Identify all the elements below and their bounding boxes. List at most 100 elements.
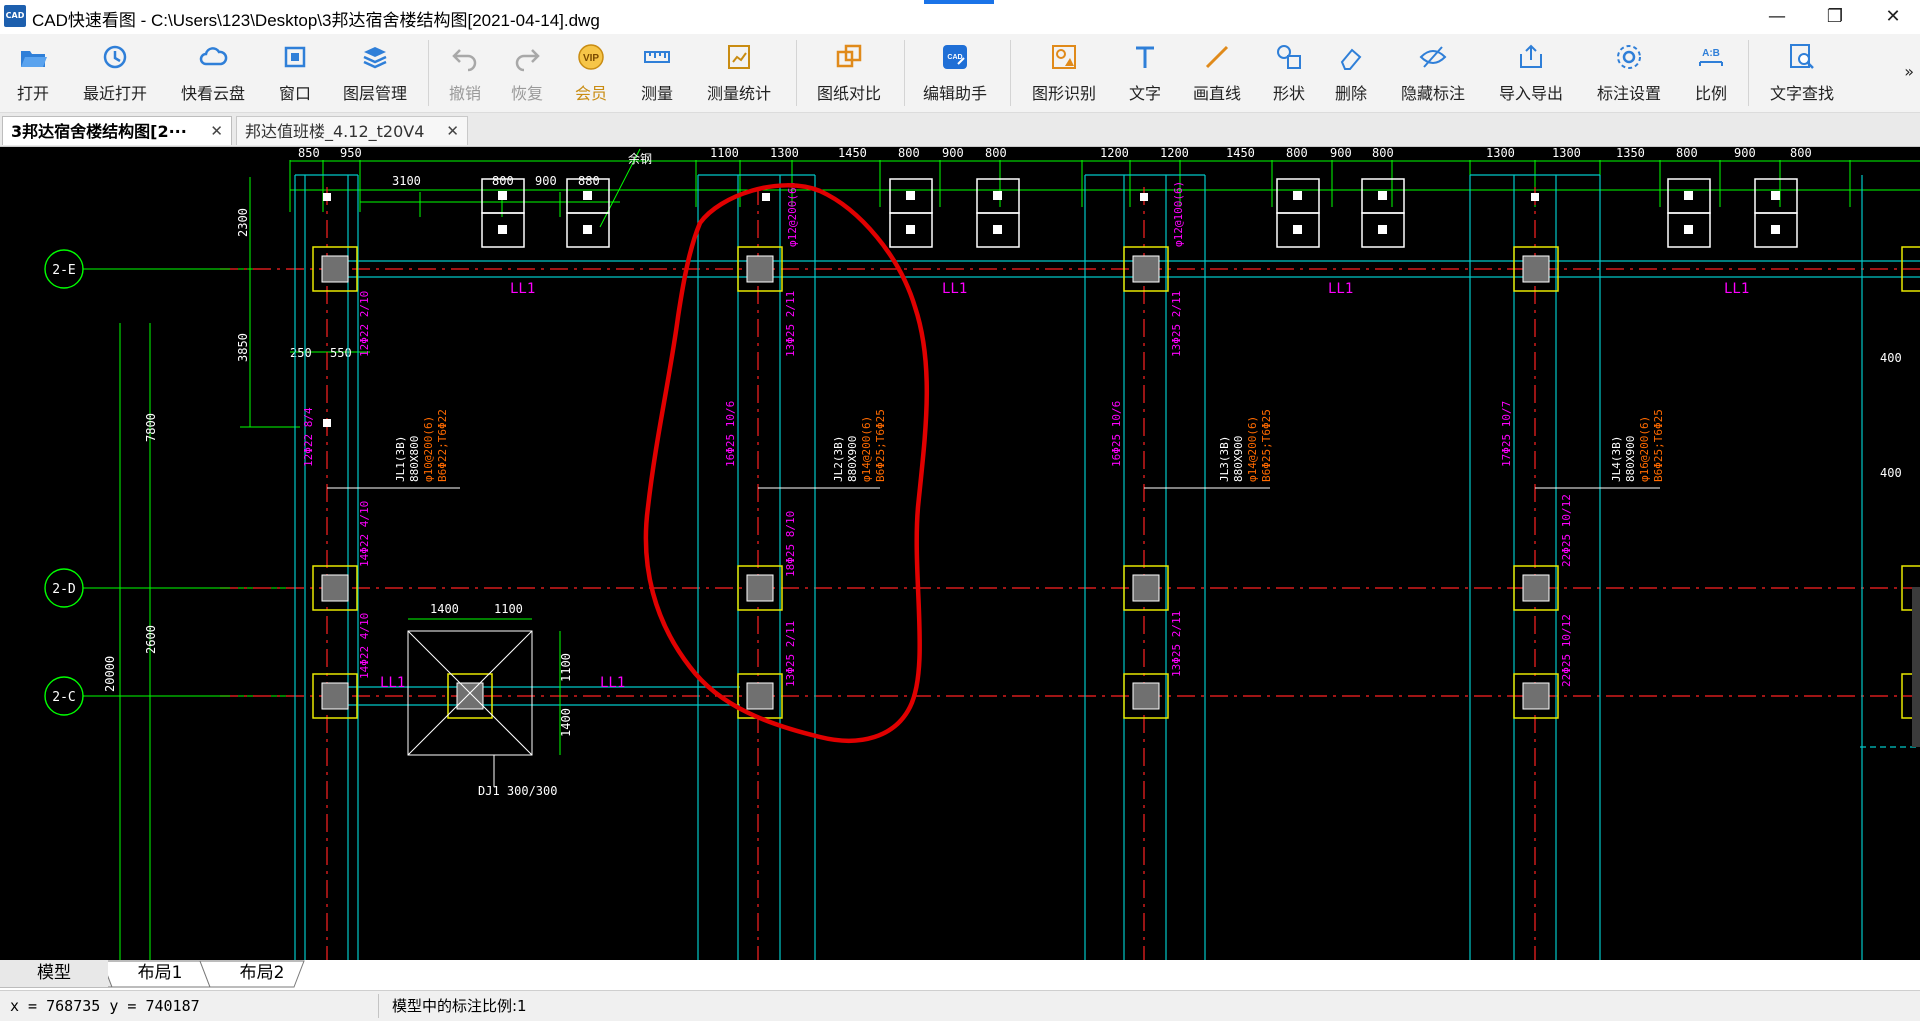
jl-rebar: φ14@200(6)	[860, 416, 873, 482]
document-tab-bar: 3邦达宿舍楼结构图[2··· ✕ 邦达值班楼_4.12_t20V4 ✕	[0, 113, 1920, 147]
dim-text: 400	[1880, 466, 1902, 480]
axis-lines	[220, 187, 1920, 960]
import-export-button[interactable]: 导入导出	[1490, 42, 1572, 106]
measure-label: 测量	[640, 84, 673, 103]
dim-text: 800	[492, 174, 514, 188]
dim-text: 900	[535, 174, 557, 188]
beam-label: LL1	[1328, 281, 1353, 297]
layout-tab-layout1[interactable]: 布局1	[110, 960, 210, 987]
toolbar: 打开 最近打开 快看云盘 窗口 图层管理 撤销 恢复 VIP 会员 测量 测量统…	[0, 34, 1920, 113]
line-icon	[1205, 45, 1229, 69]
axis-label: 2-D	[52, 582, 76, 597]
open-button[interactable]: 打开	[4, 42, 62, 106]
vip-icon: VIP	[578, 44, 604, 70]
toolbar-more-button[interactable]: »	[1904, 62, 1914, 81]
dim-text: 3850	[236, 333, 250, 362]
jl-rebar: φ14@200(6)	[1246, 416, 1259, 482]
dim-text: 1400	[430, 602, 459, 616]
recent-button[interactable]: 最近打开	[74, 42, 156, 106]
edit-assistant-button[interactable]: CAD 编辑助手	[914, 42, 996, 106]
undo-button[interactable]: 撤销	[440, 42, 490, 106]
rebar-note: 22Φ25 10/12	[1560, 614, 1573, 687]
window-icon	[284, 46, 306, 68]
close-tab-icon[interactable]: ✕	[210, 117, 223, 146]
beam-label: LL1	[510, 281, 535, 297]
jl-size: 880X800	[408, 436, 421, 482]
shape-recognize-button[interactable]: 图形识别	[1024, 42, 1104, 106]
tab-document-1[interactable]: 3邦达宿舍楼结构图[2··· ✕	[2, 116, 232, 145]
jl-name: JL3(3B)	[1218, 436, 1231, 482]
window-button[interactable]: 窗口	[268, 42, 322, 106]
annotation-settings-button[interactable]: 标注设置	[1588, 42, 1670, 106]
dim-text: 1200	[1160, 147, 1189, 160]
dim-text: 2300	[236, 208, 250, 237]
tab-label: 3邦达宿舍楼结构图[2···	[11, 122, 187, 141]
restore-button[interactable]: ❐	[1806, 0, 1864, 34]
jl1-label-group: JL1(3B) 880X800 φ10@200(6) B6Φ22;T6Φ22	[394, 409, 449, 482]
vip-button[interactable]: VIP 会员	[566, 42, 616, 106]
dim-text: 7800	[144, 413, 158, 442]
window-label: 窗口	[278, 84, 311, 103]
text-search-button[interactable]: 文字查找	[1760, 42, 1844, 106]
jl-size: 880X900	[1624, 436, 1637, 482]
jl4-label-group: JL4(3B) 880X900 φ16@200(6) B6Φ25;T6Φ25	[1610, 409, 1665, 482]
layout-tab-layout2[interactable]: 布局2	[212, 960, 312, 987]
cad-drawing[interactable]: 850 950 1100 1300 1450 800 900 800 1200 …	[0, 147, 1920, 960]
layers-button[interactable]: 图层管理	[334, 42, 416, 106]
app-logo-icon: CAD	[4, 5, 26, 27]
hide-annotation-label: 隐藏标注	[1400, 84, 1465, 103]
jl-rebar: φ10@200(6)	[422, 416, 435, 482]
annotation-scale: 模型中的标注比例:1	[392, 997, 527, 1015]
rebar-note: 13Φ25 2/11	[1170, 291, 1183, 357]
measure-stats-button[interactable]: 测量统计	[698, 42, 780, 106]
dim-text: 3100	[392, 174, 421, 188]
footing-note: DJ1 300/300	[478, 784, 557, 798]
dim-text: 1100	[710, 147, 739, 160]
rebar-note: 16Φ25 10/6	[1110, 401, 1123, 467]
text-icon	[1136, 46, 1154, 68]
beam-label: LL1	[600, 675, 625, 691]
jl-bottom: B6Φ22;T6Φ22	[436, 409, 449, 482]
toolbar-separator	[1748, 40, 1749, 106]
delete-button[interactable]: 删除	[1326, 42, 1376, 106]
close-button[interactable]: ✕	[1864, 0, 1920, 34]
line-button[interactable]: 画直线	[1184, 42, 1250, 106]
settings-icon	[1617, 45, 1641, 69]
dim-text: 2600	[144, 625, 158, 654]
rebar-note: φ12@100(6)	[1172, 181, 1185, 247]
ratio-button[interactable]: A:B 比例	[1686, 42, 1736, 106]
beam-outlines	[294, 174, 1920, 960]
drawing-canvas[interactable]: 850 950 1100 1300 1450 800 900 800 1200 …	[0, 147, 1920, 960]
text-button[interactable]: 文字	[1120, 42, 1170, 106]
tab-document-2[interactable]: 邦达值班楼_4.12_t20V4 ✕	[236, 116, 468, 145]
dim-text: 1450	[1226, 147, 1255, 160]
compare-button[interactable]: 图纸对比	[808, 42, 890, 106]
measure-stats-label: 测量统计	[706, 84, 771, 103]
svg-text:A:B: A:B	[1702, 48, 1720, 59]
cloud-label: 快看云盘	[180, 84, 245, 103]
redo-button[interactable]: 恢复	[502, 42, 552, 106]
rebar-note: 12Φ22 2/10	[358, 291, 371, 357]
annotation-settings-label: 标注设置	[1596, 84, 1661, 103]
columns	[312, 246, 1920, 719]
cloud-icon	[199, 47, 228, 66]
beam-label: LL1	[942, 281, 967, 297]
compare-label: 图纸对比	[816, 84, 881, 103]
vertical-scroll-indicator[interactable]	[1912, 587, 1920, 747]
close-tab-icon[interactable]: ✕	[446, 117, 459, 146]
minimize-button[interactable]: —	[1748, 0, 1806, 34]
hide-annotation-button[interactable]: 隐藏标注	[1392, 42, 1474, 106]
dim-text: 800	[1372, 147, 1394, 160]
clock-icon	[103, 45, 127, 69]
jl-bottom: B6Φ25;T6Φ25	[1652, 409, 1665, 482]
measure-button[interactable]: 测量	[630, 42, 684, 106]
svg-text:VIP: VIP	[583, 53, 599, 64]
layout-tab-model[interactable]: 模型	[0, 960, 108, 987]
shape-button[interactable]: 形状	[1264, 42, 1314, 106]
dim-text: 800	[1286, 147, 1308, 160]
left-dimension-lines	[100, 177, 370, 960]
svg-text:CAD: CAD	[947, 54, 962, 61]
rebar-note: 18Φ25 8/10	[784, 511, 797, 577]
cloud-button[interactable]: 快看云盘	[172, 42, 254, 106]
layers-label: 图层管理	[342, 84, 407, 103]
